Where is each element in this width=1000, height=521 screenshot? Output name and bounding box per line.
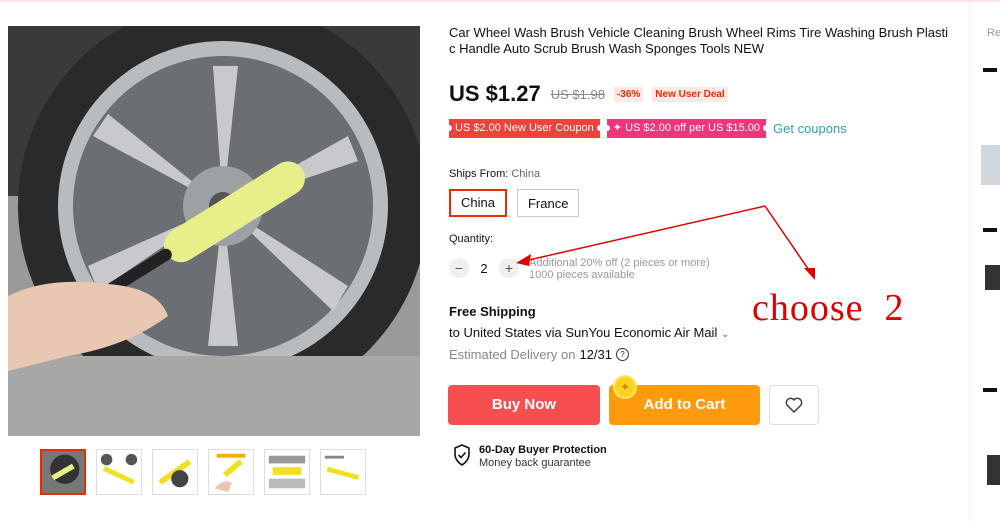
store-coupon[interactable]: ✦ US $2.00 off per US $15.00 (603, 119, 770, 138)
buyer-protection-title: 60-Day Buyer Protection (479, 444, 607, 456)
price-row: US $1.27 US $1.98 -36% New User Deal (449, 81, 728, 107)
ship-option-france[interactable]: France (516, 189, 580, 217)
buyer-protection: 60-Day Buyer Protection Money back guara… (453, 444, 607, 470)
bulk-discount-text: Additional 20% off (2 pieces or more) (529, 257, 710, 269)
quantity-increase-button[interactable]: + (499, 258, 519, 278)
shipping-destination: to United States via SunYou Economic Air… (449, 325, 718, 340)
quantity-info: Additional 20% off (2 pieces or more) 10… (529, 257, 710, 281)
quantity-input[interactable]: 2 (469, 261, 499, 276)
quantity-label: Quantity: (449, 233, 494, 245)
recommendation-card[interactable] (981, 225, 1000, 345)
chevron-down-icon: ⌄ (720, 329, 730, 340)
wishlist-button[interactable] (769, 385, 819, 425)
ships-from-options: China France (449, 189, 580, 217)
annotation-text: choose 2 (752, 287, 905, 329)
discount-badge: -36% (613, 86, 644, 102)
delivery-date: 12/31 (579, 347, 612, 362)
get-coupons-link[interactable]: Get coupons (773, 121, 847, 136)
heart-icon (785, 397, 803, 413)
new-user-deal-badge: New User Deal (652, 86, 728, 102)
thumbnail-6[interactable] (320, 449, 366, 495)
stock-available-text: 1000 pieces available (529, 269, 635, 281)
cursor-highlight-icon: ✦ (613, 375, 637, 399)
thumbnail-4[interactable] (208, 449, 254, 495)
estimated-delivery: Estimated Delivery on 12/31 ? (449, 347, 629, 362)
thumbnail-5[interactable] (264, 449, 310, 495)
ships-from-label-text: Ships From: (449, 168, 509, 180)
ship-option-china[interactable]: China (449, 189, 507, 217)
ships-from-label: Ships From: China (449, 168, 540, 180)
thumbnail-3[interactable] (152, 449, 198, 495)
recommendations-label: Re (987, 27, 1000, 39)
current-price: US $1.27 (449, 81, 541, 106)
thumbnail-1[interactable] (40, 449, 86, 495)
ships-from-value: China (511, 168, 541, 180)
main-product-image[interactable] (8, 26, 420, 436)
delivery-label: Estimated Delivery on (449, 347, 576, 362)
thumbnail-2[interactable] (96, 449, 142, 495)
shield-check-icon (454, 444, 470, 466)
new-user-coupon[interactable]: US $2.00 New User Coupon (446, 119, 603, 138)
buyer-protection-subtitle: Money back guarantee (479, 457, 591, 469)
thumbnail-strip (40, 449, 366, 495)
coupon-row: US $2.00 New User Coupon ✦ US $2.00 off … (446, 119, 847, 138)
help-icon[interactable]: ? (616, 348, 629, 361)
right-column-divider (969, 0, 970, 521)
buy-now-button[interactable]: Buy Now (448, 385, 600, 425)
recommendation-card[interactable] (981, 385, 1000, 505)
recommendation-card[interactable] (981, 65, 1000, 190)
product-title: Car Wheel Wash Brush Vehicle Cleaning Br… (449, 25, 949, 56)
top-accent-line (0, 0, 1000, 2)
free-shipping-title: Free Shipping (449, 304, 536, 319)
quantity-decrease-button[interactable]: − (449, 258, 469, 278)
original-price: US $1.98 (550, 86, 605, 102)
shipping-method-selector[interactable]: to United States via SunYou Economic Air… (449, 325, 729, 340)
quantity-stepper: − 2 + (449, 258, 519, 278)
